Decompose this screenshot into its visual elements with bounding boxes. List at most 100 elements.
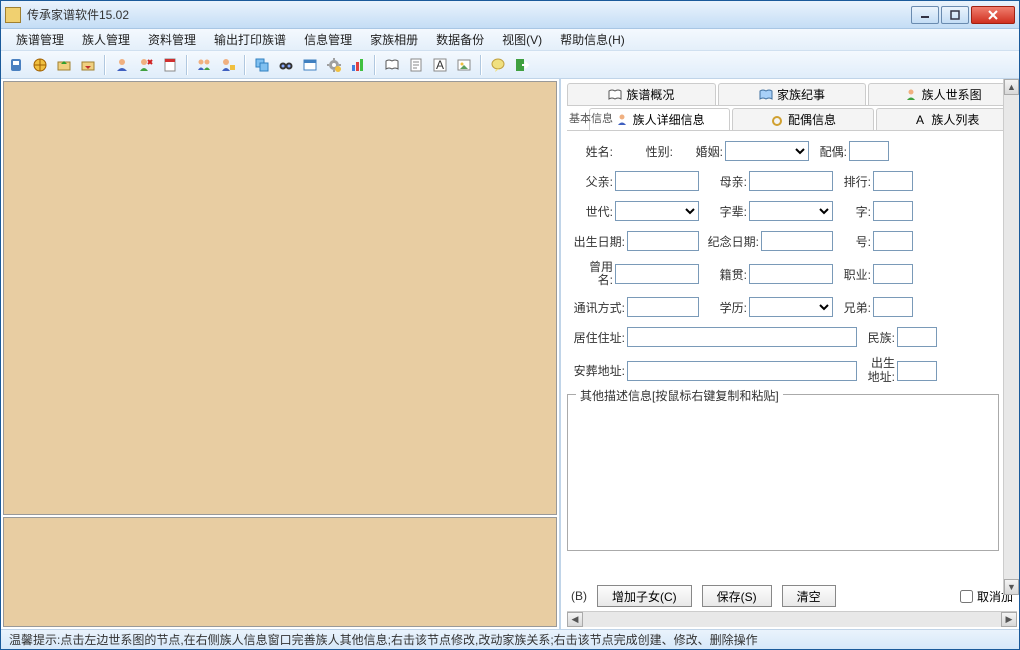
input-memdate[interactable]: [761, 231, 833, 251]
label-generation: 世代:: [567, 203, 613, 220]
menu-print-export[interactable]: 输出打印族谱: [205, 29, 295, 50]
tab-member-list[interactable]: A 族人列表: [876, 108, 1017, 130]
scroll-down-icon[interactable]: ▼: [1004, 579, 1019, 595]
label-name: 姓名:: [567, 143, 613, 160]
tab-label: 族人列表: [931, 111, 979, 128]
select-education[interactable]: [749, 297, 833, 317]
app-icon: [5, 7, 21, 23]
vertical-scrollbar[interactable]: ▲ ▼: [1003, 79, 1019, 595]
menu-member-manage[interactable]: 族人管理: [73, 29, 139, 50]
input-rank[interactable]: [873, 171, 913, 191]
tb-book-icon[interactable]: [381, 54, 403, 76]
lineage-tree-area[interactable]: [3, 81, 557, 515]
menu-material-manage[interactable]: 资料管理: [139, 29, 205, 50]
tb-binoculars-icon[interactable]: [275, 54, 297, 76]
menubar: 族谱管理 族人管理 资料管理 输出打印族谱 信息管理 家族相册 数据备份 视图(…: [1, 29, 1019, 51]
tb-chat-icon[interactable]: [487, 54, 509, 76]
tab-overview[interactable]: 族谱概况: [567, 83, 716, 105]
input-native[interactable]: [749, 264, 833, 284]
scroll-left-icon[interactable]: ◀: [567, 612, 583, 627]
input-zi[interactable]: [873, 201, 913, 221]
input-birthplace[interactable]: [897, 361, 937, 381]
menu-backup[interactable]: 数据备份: [427, 29, 493, 50]
window-title: 传承家谱软件15.02: [27, 6, 909, 23]
close-button[interactable]: [971, 6, 1015, 24]
scroll-right-icon[interactable]: ▶: [1001, 612, 1017, 627]
save-button[interactable]: 保存(S): [702, 585, 772, 607]
tb-doc-icon[interactable]: [405, 54, 427, 76]
notes-textarea[interactable]: [574, 401, 992, 541]
tab-label: 族人详细信息: [633, 111, 705, 128]
menu-view[interactable]: 视图(V): [493, 29, 551, 50]
input-father[interactable]: [615, 171, 699, 191]
log-area[interactable]: [3, 517, 557, 627]
scroll-track-h[interactable]: [583, 612, 1001, 627]
input-sibling[interactable]: [873, 297, 913, 317]
input-ethnic[interactable]: [897, 327, 937, 347]
tb-person-icon[interactable]: [111, 54, 133, 76]
person-icon: [615, 113, 629, 127]
tb-gear-icon[interactable]: [323, 54, 345, 76]
label-mother: 母亲:: [701, 173, 747, 190]
tb-window-icon[interactable]: [299, 54, 321, 76]
cancel-add-checkbox-input[interactable]: [960, 590, 973, 603]
label-burial: 安葬地址:: [567, 362, 625, 379]
tb-group-icon[interactable]: [193, 54, 215, 76]
tb-person-remove-icon[interactable]: [135, 54, 157, 76]
tab-label: 配偶信息: [788, 111, 836, 128]
scroll-up-icon[interactable]: ▲: [1004, 79, 1019, 95]
ring-icon: [770, 113, 784, 127]
tb-exit-icon[interactable]: [511, 54, 533, 76]
scroll-track[interactable]: [1004, 95, 1019, 579]
tb-font-icon[interactable]: A: [429, 54, 451, 76]
maximize-button[interactable]: [941, 6, 969, 24]
label-addr: 居住住址:: [567, 329, 625, 346]
menu-help[interactable]: 帮助信息(H): [551, 29, 634, 50]
tb-shield-icon[interactable]: [5, 54, 27, 76]
label-spouse: 配偶:: [811, 143, 847, 160]
toolbar: A: [1, 51, 1019, 79]
tb-person-edit-icon[interactable]: [217, 54, 239, 76]
add-child-button[interactable]: 增加子女(C): [597, 585, 692, 607]
tab-lineage-chart[interactable]: 族人世系图: [868, 83, 1017, 105]
tb-note-icon[interactable]: [159, 54, 181, 76]
tb-globe-icon[interactable]: [29, 54, 51, 76]
tab-chronicle[interactable]: 家族纪事: [718, 83, 867, 105]
status-text: 温馨提示:点击左边世系图的节点,在右侧族人信息窗口完善族人其他信息;右击该节点修…: [9, 631, 758, 648]
clear-button[interactable]: 清空: [782, 585, 836, 607]
tb-chart-icon[interactable]: [347, 54, 369, 76]
tab-label: 族人世系图: [922, 86, 982, 103]
input-contact[interactable]: [627, 297, 699, 317]
select-seniority[interactable]: [749, 201, 833, 221]
label-father: 父亲:: [567, 173, 613, 190]
label-hao: 号:: [835, 233, 871, 250]
select-marriage[interactable]: [725, 141, 809, 161]
input-alias[interactable]: [615, 264, 699, 284]
tab-spouse-info[interactable]: 配偶信息: [732, 108, 873, 130]
label-alias: 曾用名:: [567, 261, 613, 287]
horizontal-scrollbar[interactable]: ◀ ▶: [567, 611, 1017, 627]
menu-genealogy-manage[interactable]: 族谱管理: [7, 29, 73, 50]
sub-caption: 基本信息: [569, 110, 613, 126]
input-hao[interactable]: [873, 231, 913, 251]
input-birthdate[interactable]: [627, 231, 699, 251]
tb-copy-icon[interactable]: [251, 54, 273, 76]
tb-picture-icon[interactable]: [453, 54, 475, 76]
input-mother[interactable]: [749, 171, 833, 191]
button-row: (B) 增加子女(C) 保存(S) 清空 取消加: [567, 577, 1017, 611]
input-addr[interactable]: [627, 327, 857, 347]
label-sibling: 兄弟:: [835, 299, 871, 316]
menu-info-manage[interactable]: 信息管理: [295, 29, 361, 50]
menu-family-album[interactable]: 家族相册: [361, 29, 427, 50]
svg-text:A: A: [916, 113, 924, 127]
minimize-button[interactable]: [911, 6, 939, 24]
tb-folder-down-icon[interactable]: [77, 54, 99, 76]
select-generation[interactable]: [615, 201, 699, 221]
input-burial[interactable]: [627, 361, 857, 381]
tb-folder-up-icon[interactable]: [53, 54, 75, 76]
input-occupation[interactable]: [873, 264, 913, 284]
input-spouse[interactable]: [849, 141, 889, 161]
label-rank: 排行:: [835, 173, 871, 190]
label-ethnic: 民族:: [859, 329, 895, 346]
book-icon: [608, 88, 622, 102]
